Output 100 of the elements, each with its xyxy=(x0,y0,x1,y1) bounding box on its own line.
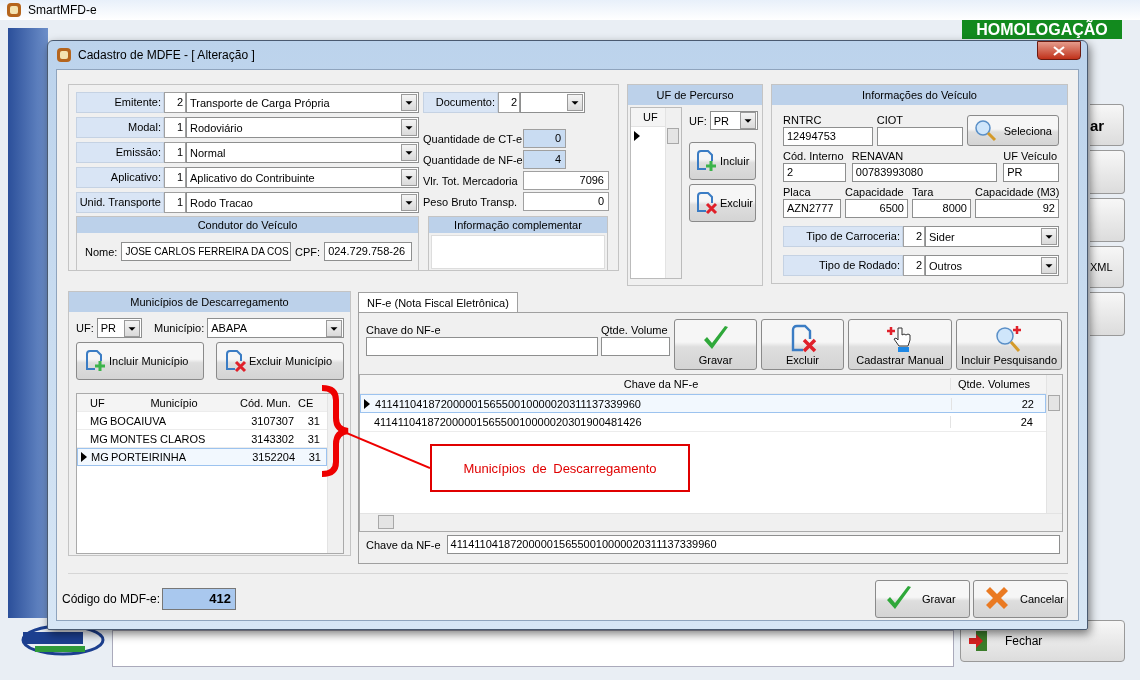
table-row[interactable]: MG PORTEIRINHA 3152204 31 xyxy=(77,448,327,466)
field-label: Qtde. Volume xyxy=(601,323,669,337)
action-button[interactable]: Incluir Município xyxy=(76,342,204,380)
code-field[interactable]: 2 xyxy=(164,92,186,113)
side-button[interactable]: ar xyxy=(1090,104,1124,146)
table-row[interactable]: MG BOCAIUVA 3107307 31 xyxy=(77,412,327,430)
name-field[interactable]: JOSE CARLOS FERREIRA DA COS xyxy=(121,242,292,261)
action-button[interactable]: Excluir Município xyxy=(216,342,344,380)
text-field[interactable]: PR xyxy=(1003,163,1059,182)
toolbar-button[interactable]: Excluir xyxy=(761,319,844,370)
field-label: Modal: xyxy=(76,117,164,138)
field-label: CIOT xyxy=(876,113,905,127)
table-cell-text: 31 xyxy=(306,414,321,427)
scrollbar[interactable] xyxy=(360,513,1062,531)
field-label: Documento: xyxy=(423,92,498,113)
dropdown[interactable]: Rodo Tracao xyxy=(186,192,419,213)
field-label: Capacidade xyxy=(845,185,905,199)
group-header: UF de Percurso xyxy=(628,85,762,105)
column-header: CE xyxy=(297,396,315,409)
text-field[interactable]: 00783993080 xyxy=(851,163,998,182)
dropdown[interactable]: Outros xyxy=(925,255,1059,276)
table-cell-text: 3107307 xyxy=(250,414,295,427)
toolbar-button[interactable]: Gravar xyxy=(674,319,757,370)
key-field[interactable]: 41141104187200000156550010000020311137339960 xyxy=(446,535,1060,554)
code-field[interactable]: 1 xyxy=(164,167,186,188)
group-header: Municípios de Descarregamento xyxy=(69,292,350,312)
field-label: Código do MDF-e: xyxy=(62,592,161,606)
dropdown[interactable]: PR xyxy=(96,318,143,338)
dropdown[interactable]: Sider xyxy=(925,226,1059,247)
cpf-field[interactable]: 024.729.758-26 xyxy=(324,242,412,261)
table-cell-text: 31 xyxy=(307,451,322,463)
code-field[interactable]: 1 xyxy=(164,142,186,163)
field-label: Nome: xyxy=(85,245,118,258)
field-label: Tipo de Carroceria: xyxy=(783,226,903,247)
code-field[interactable]: 2 xyxy=(903,226,925,247)
table-cell-text: 3152204 xyxy=(251,451,296,463)
document-plus-icon xyxy=(83,349,107,373)
column-header: UF xyxy=(89,396,106,409)
table-row[interactable]: 41141104187200000156550010000020311137339960 22 xyxy=(360,394,1046,413)
volume-field[interactable] xyxy=(601,337,670,356)
column-header: Chave da NF-e xyxy=(622,378,700,390)
text-field[interactable] xyxy=(876,127,963,146)
action-button[interactable]: Cancelar xyxy=(973,580,1068,618)
code-field: 412 xyxy=(162,588,237,610)
text-field[interactable]: 6500 xyxy=(845,199,908,218)
total-field[interactable]: 7096 xyxy=(523,171,609,190)
total-field: 4 xyxy=(523,150,566,169)
dropdown[interactable]: ABAPA xyxy=(207,318,344,338)
total-label: Quantidade de CT-e xyxy=(423,132,523,145)
code-field[interactable]: 2 xyxy=(903,255,925,276)
callout-text: Municípios de Descarregamento xyxy=(463,460,657,476)
action-button[interactable]: Excluir xyxy=(689,184,756,222)
dropdown[interactable]: Rodoviário xyxy=(186,117,419,138)
toolbar-button[interactable]: Incluir Pesquisando xyxy=(956,319,1062,370)
table-cell: MG xyxy=(89,432,109,445)
side-button[interactable] xyxy=(1090,198,1125,242)
text-field[interactable]: 12494753 xyxy=(783,127,873,146)
dropdown[interactable] xyxy=(520,92,585,113)
select-button[interactable]: Seleciona xyxy=(966,115,1059,146)
total-label: Quantidade de NF-e xyxy=(423,153,523,166)
table-cell-text: 31 xyxy=(306,432,321,445)
toolbar-button[interactable]: Cadastrar Manual xyxy=(848,319,952,370)
document-cross-icon xyxy=(694,191,718,215)
total-label: Peso Bruto Transp. xyxy=(423,195,519,208)
column-header: UF xyxy=(643,111,658,123)
close-button[interactable] xyxy=(1037,41,1081,60)
text-field[interactable]: AZN2777 xyxy=(783,199,841,218)
column-header: Município xyxy=(149,396,199,409)
field-label: RENAVAN xyxy=(851,149,905,163)
field-label: UF: xyxy=(76,322,94,334)
code-field[interactable]: 2 xyxy=(498,92,520,113)
text-area[interactable] xyxy=(431,235,605,269)
code-field[interactable]: 1 xyxy=(164,117,186,138)
dropdown[interactable]: Normal xyxy=(186,142,419,163)
code-field[interactable]: 1 xyxy=(164,192,186,213)
dropdown[interactable]: PR xyxy=(709,111,758,130)
field-label: Placa xyxy=(783,185,812,199)
text-field[interactable]: 2 xyxy=(783,163,846,182)
text-field[interactable]: 8000 xyxy=(912,199,971,218)
key-field[interactable] xyxy=(366,337,598,356)
group-header: Informação complementar xyxy=(429,217,607,233)
side-button[interactable]: XML xyxy=(1090,246,1124,288)
action-button[interactable]: Gravar xyxy=(875,580,970,618)
scrollbar[interactable] xyxy=(665,108,681,278)
side-button[interactable] xyxy=(1090,150,1125,194)
table-row[interactable]: 41141104187200000156550010000020301900481426 24 xyxy=(360,413,1046,432)
field-label: Cód. Interno xyxy=(783,149,845,163)
table-cell-text: PORTEIRINHA xyxy=(110,451,187,463)
dropdown[interactable]: Aplicativo do Contribuinte xyxy=(186,167,419,188)
dropdown[interactable]: Transporte de Carga Própria xyxy=(186,92,419,113)
side-button[interactable] xyxy=(1090,292,1125,336)
table-cell-text: 41141104187200000156550010000020301900481426 xyxy=(373,416,643,428)
text-field[interactable]: 92 xyxy=(975,199,1059,218)
action-button[interactable]: Incluir xyxy=(689,142,756,180)
field-label: Tara xyxy=(912,185,935,199)
table-cell-text: 41141104187200000156550010000020311137339960 xyxy=(374,397,642,410)
document-plus-icon xyxy=(694,149,718,173)
tab[interactable]: NF-e (Nota Fiscal Eletrônica) xyxy=(358,292,518,312)
scrollbar[interactable] xyxy=(1046,375,1062,513)
total-field[interactable]: 0 xyxy=(523,192,609,211)
